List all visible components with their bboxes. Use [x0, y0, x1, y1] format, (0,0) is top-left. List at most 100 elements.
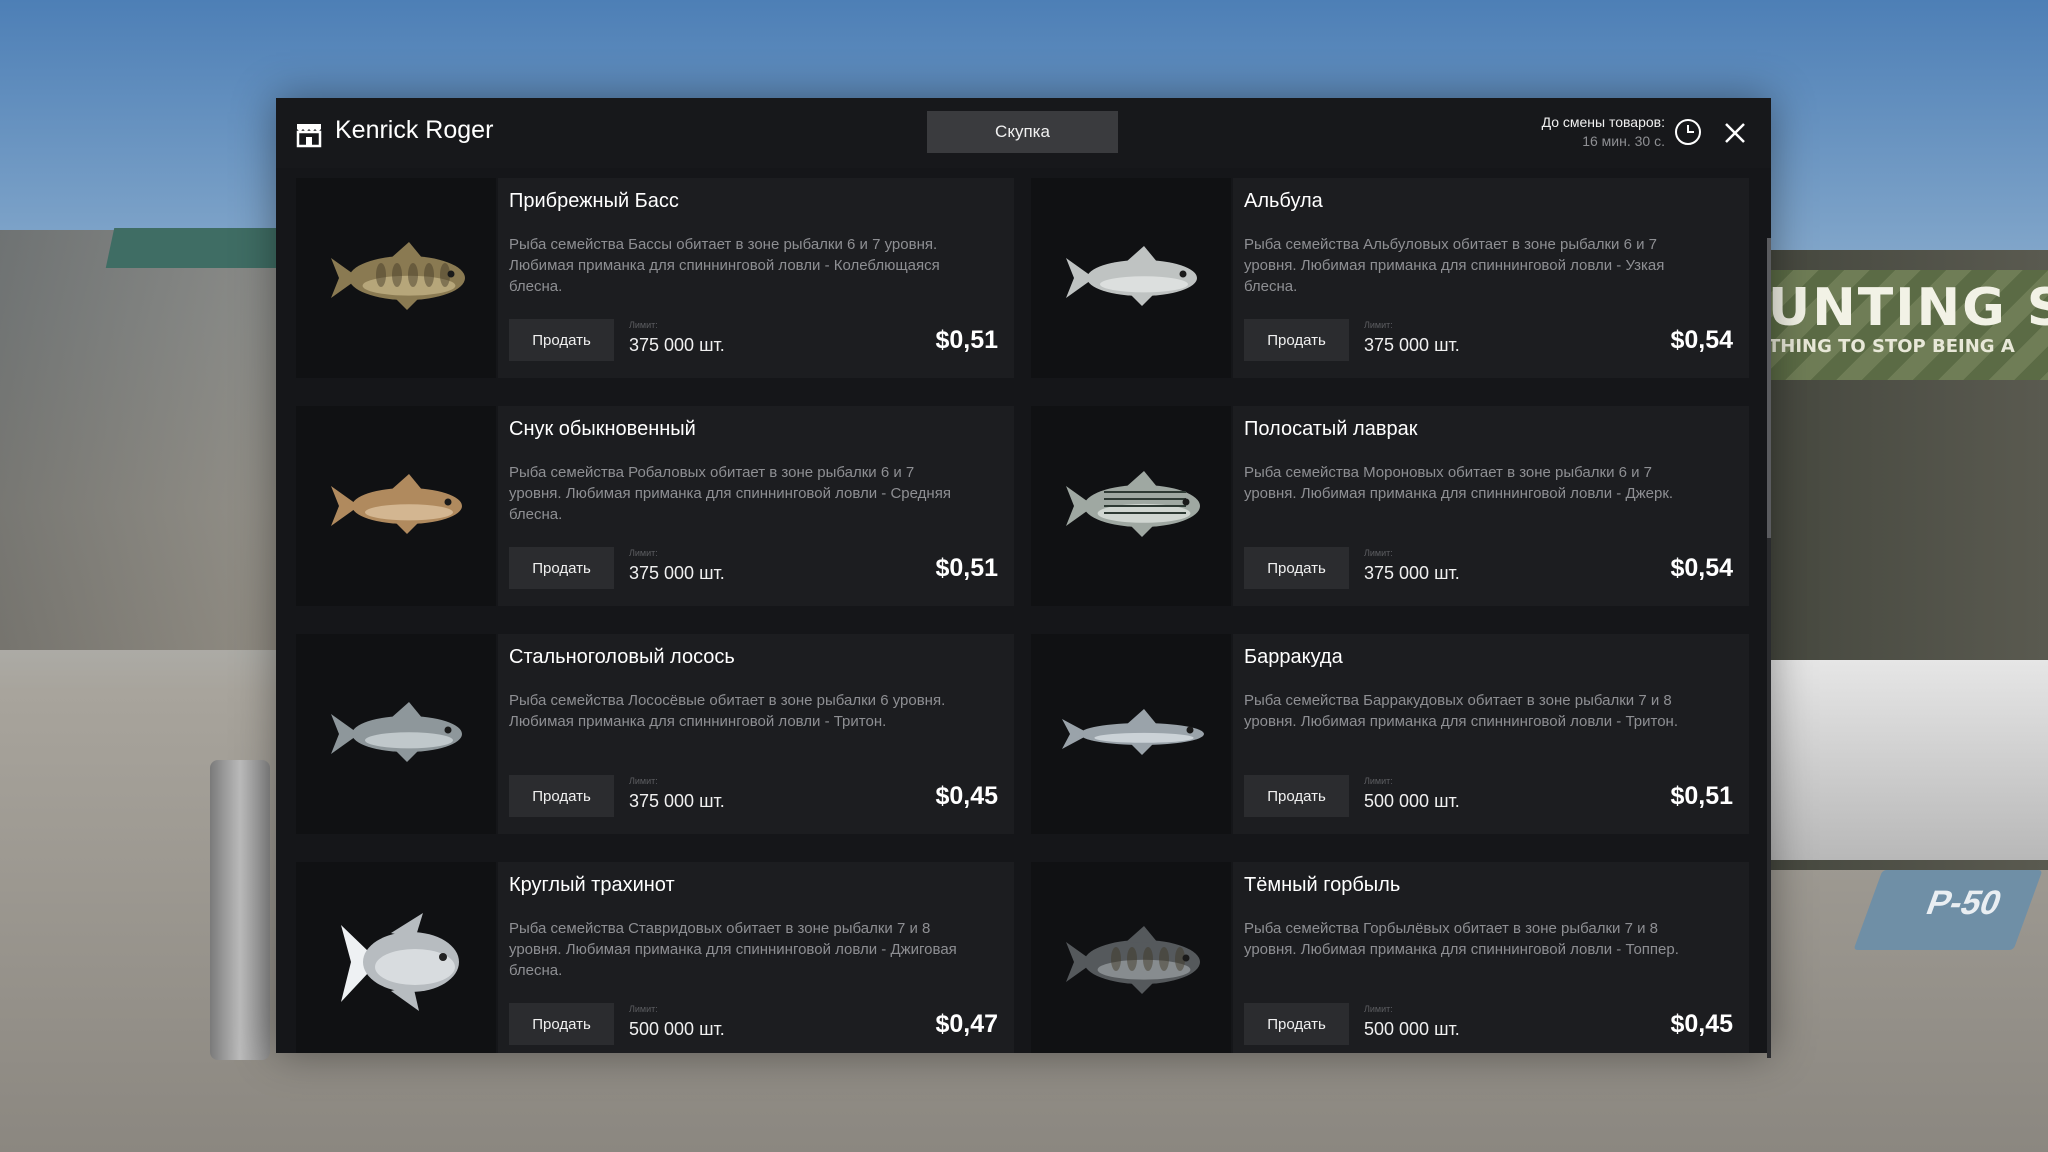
- fish-description: Рыба семейства Барракудовых обитает в зо…: [1244, 692, 1679, 730]
- shop-name: Kenrick Roger: [335, 116, 494, 144]
- fish-name: Альбула: [1244, 190, 1323, 212]
- price: $0,45: [1670, 1010, 1733, 1038]
- fish-info: Снук обыкновенный Рыба семейства Робалов…: [498, 406, 1014, 606]
- limit-value: 375 000 шт.: [629, 791, 725, 811]
- fish-icon: [1066, 246, 1197, 306]
- sell-button[interactable]: Продать: [509, 1003, 614, 1045]
- background-sign-subtitle: THING TO STOP BEING A: [1768, 336, 2015, 357]
- limit-label: Лимит:: [1364, 548, 1393, 558]
- fish-description: Рыба семейства Альбуловых обитает в зоне…: [1244, 236, 1665, 295]
- fish-card: Тёмный горбыль Рыба семейства Горбылёвых…: [1031, 862, 1749, 1053]
- limit-label: Лимит:: [629, 320, 658, 330]
- fish-name: Барракуда: [1244, 646, 1343, 668]
- shop-icon: [296, 124, 322, 148]
- fish-thumbnail: [296, 634, 496, 834]
- fish-card: Стальноголовый лосось Рыба семейства Лос…: [296, 634, 1014, 834]
- limit-value: 375 000 шт.: [1364, 335, 1460, 355]
- background-roof: [105, 228, 295, 268]
- tab-buyback[interactable]: Скупка: [927, 111, 1118, 153]
- fish-description: Рыба семейства Лососёвые обитает в зоне …: [509, 692, 946, 730]
- limit-value: 500 000 шт.: [1364, 791, 1460, 811]
- sell-button[interactable]: Продать: [1244, 547, 1349, 589]
- price: $0,51: [935, 554, 998, 582]
- sell-button[interactable]: Продать: [509, 319, 614, 361]
- background-building: [0, 230, 280, 650]
- fish-shop-window: Kenrick Roger Скупка До смены товаров: 1…: [276, 98, 1771, 1058]
- limit-value: 500 000 шт.: [1364, 1019, 1460, 1039]
- fish-icon: [331, 702, 462, 762]
- fish-name: Стальноголовый лосось: [509, 646, 735, 668]
- limit-label: Лимит:: [629, 1004, 658, 1014]
- background-pole: [210, 760, 270, 1060]
- limit-value: 375 000 шт.: [629, 335, 725, 355]
- limit-value: 375 000 шт.: [1364, 563, 1460, 583]
- background-counter: [1768, 660, 2048, 860]
- fish-info: Барракуда Рыба семейства Барракудовых об…: [1233, 634, 1749, 834]
- fish-info: Круглый трахинот Рыба семейства Ставридо…: [498, 862, 1014, 1053]
- fish-description: Рыба семейства Горбылёвых обитает в зоне…: [1244, 920, 1679, 958]
- fish-info: Полосатый лаврак Рыба семейства Мороновы…: [1233, 406, 1749, 606]
- fish-card: Снук обыкновенный Рыба семейства Робалов…: [296, 406, 1014, 606]
- fish-description: Рыба семейства Робаловых обитает в зоне …: [509, 464, 951, 523]
- price: $0,51: [1670, 782, 1733, 810]
- limit-label: Лимит:: [1364, 776, 1393, 786]
- fish-icon: [331, 474, 462, 534]
- limit-value: 500 000 шт.: [629, 1019, 725, 1039]
- fish-info: Прибрежный Басс Рыба семейства Бассы оби…: [498, 178, 1014, 378]
- clock-icon: [1675, 119, 1701, 145]
- fish-name: Снук обыкновенный: [509, 418, 696, 440]
- fish-grid: Прибрежный Басс Рыба семейства Бассы оби…: [296, 178, 1758, 1053]
- sell-button[interactable]: Продать: [1244, 775, 1349, 817]
- fish-icon: [331, 242, 465, 310]
- price: $0,45: [935, 782, 998, 810]
- fish-card: Круглый трахинот Рыба семейства Ставридо…: [296, 862, 1014, 1053]
- fish-name: Полосатый лаврак: [1244, 418, 1418, 440]
- fish-info: Тёмный горбыль Рыба семейства Горбылёвых…: [1233, 862, 1749, 1053]
- timer-label: До смены товаров:: [1541, 114, 1665, 130]
- close-icon[interactable]: [1723, 121, 1747, 145]
- fish-thumbnail: [1031, 634, 1231, 834]
- timer-value: 16 мин. 30 с.: [1582, 133, 1665, 149]
- fish-name: Прибрежный Басс: [509, 190, 679, 212]
- sell-button[interactable]: Продать: [509, 547, 614, 589]
- price: $0,54: [1670, 326, 1733, 354]
- fish-icon: [1066, 926, 1200, 994]
- fish-card: Прибрежный Басс Рыба семейства Бассы оби…: [296, 178, 1014, 378]
- price: $0,54: [1670, 554, 1733, 582]
- fish-info: Стальноголовый лосось Рыба семейства Лос…: [498, 634, 1014, 834]
- fish-thumbnail: [296, 406, 496, 606]
- fish-name: Круглый трахинот: [509, 874, 675, 896]
- background-sign-title: UNTING S: [1768, 278, 2048, 338]
- fish-card: Барракуда Рыба семейства Барракудовых об…: [1031, 634, 1749, 834]
- scrollbar[interactable]: [1767, 238, 1771, 1058]
- sell-button[interactable]: Продать: [1244, 1003, 1349, 1045]
- price: $0,51: [935, 326, 998, 354]
- fish-thumbnail: [1031, 406, 1231, 606]
- limit-label: Лимит:: [629, 776, 658, 786]
- fish-thumbnail: [296, 862, 496, 1053]
- fish-thumbnail: [1031, 862, 1231, 1053]
- scrollbar-thumb[interactable]: [1767, 238, 1771, 538]
- fish-card: Альбула Рыба семейства Альбуловых обитае…: [1031, 178, 1749, 378]
- fish-description: Рыба семейства Бассы обитает в зоне рыба…: [509, 236, 940, 295]
- sell-button[interactable]: Продать: [1244, 319, 1349, 361]
- fish-icon: [1066, 471, 1200, 537]
- fish-thumbnail: [1031, 178, 1231, 378]
- background-parking-text: P-50: [1921, 884, 2008, 922]
- fish-icon: [341, 913, 459, 1011]
- fish-name: Тёмный горбыль: [1244, 874, 1401, 896]
- window-header: Kenrick Roger Скупка До смены товаров: 1…: [276, 98, 1771, 168]
- limit-value: 375 000 шт.: [629, 563, 725, 583]
- limit-label: Лимит:: [629, 548, 658, 558]
- fish-description: Рыба семейства Мороновых обитает в зоне …: [1244, 464, 1674, 502]
- fish-icon: [1062, 709, 1204, 755]
- limit-label: Лимит:: [1364, 1004, 1393, 1014]
- restock-timer: До смены товаров: 16 мин. 30 с.: [1542, 114, 1665, 149]
- fish-info: Альбула Рыба семейства Альбуловых обитае…: [1233, 178, 1749, 378]
- sell-button[interactable]: Продать: [509, 775, 614, 817]
- price: $0,47: [935, 1010, 998, 1038]
- fish-thumbnail: [296, 178, 496, 378]
- limit-label: Лимит:: [1364, 320, 1393, 330]
- fish-card: Полосатый лаврак Рыба семейства Мороновы…: [1031, 406, 1749, 606]
- fish-description: Рыба семейства Ставридовых обитает в зон…: [509, 920, 957, 979]
